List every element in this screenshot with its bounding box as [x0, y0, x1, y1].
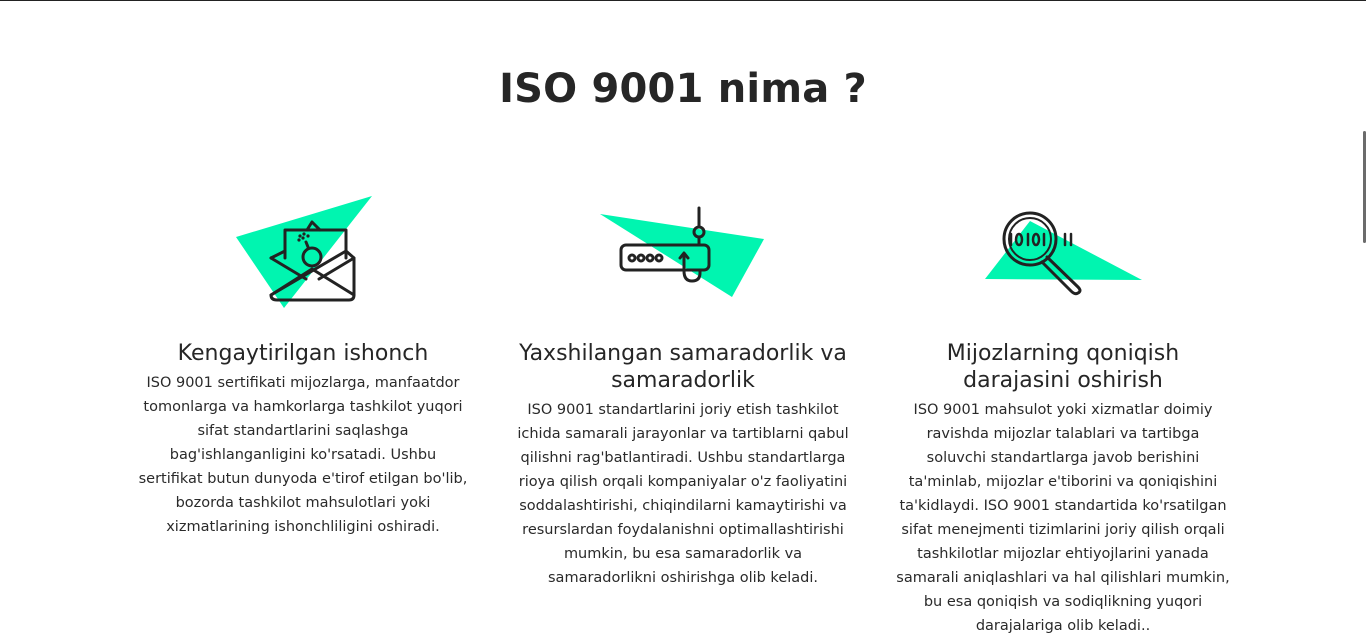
- card-title: Yaxshilangan samaradorlik va samaradorli…: [519, 341, 847, 393]
- feature-card-satisfaction: Mijozlarning qoniqish darajasini oshiris…: [888, 191, 1238, 638]
- card-text: ISO 9001 mahsulot yoki xizmatlar doimiy …: [896, 402, 1230, 634]
- page: ISO 9001 nima ? Kengaytirilgan ishonch I…: [0, 0, 1366, 639]
- router-icon: [508, 191, 858, 316]
- magnifier-binary-icon-graphic: [985, 211, 1142, 296]
- envelope-bomb-icon-graphic: [236, 196, 372, 308]
- router-icon-graphic: [600, 206, 764, 297]
- card-title: Kengaytirilgan ishonch: [177, 341, 429, 366]
- section-title: ISO 9001 nima ?: [499, 66, 867, 112]
- card-text: ISO 9001 standartlarini joriy etish tash…: [517, 402, 849, 586]
- feature-card-trust: Kengaytirilgan ishonch ISO 9001 sertifik…: [128, 191, 478, 539]
- card-text: ISO 9001 sertifikati mijozlarga, manfaat…: [138, 375, 468, 535]
- card-title: Mijozlarning qoniqish darajasini oshiris…: [946, 341, 1180, 393]
- feature-card-efficiency: Yaxshilangan samaradorlik va samaradorli…: [508, 191, 858, 590]
- magnifier-binary-icon: [888, 191, 1238, 316]
- envelope-bomb-icon: [128, 191, 478, 316]
